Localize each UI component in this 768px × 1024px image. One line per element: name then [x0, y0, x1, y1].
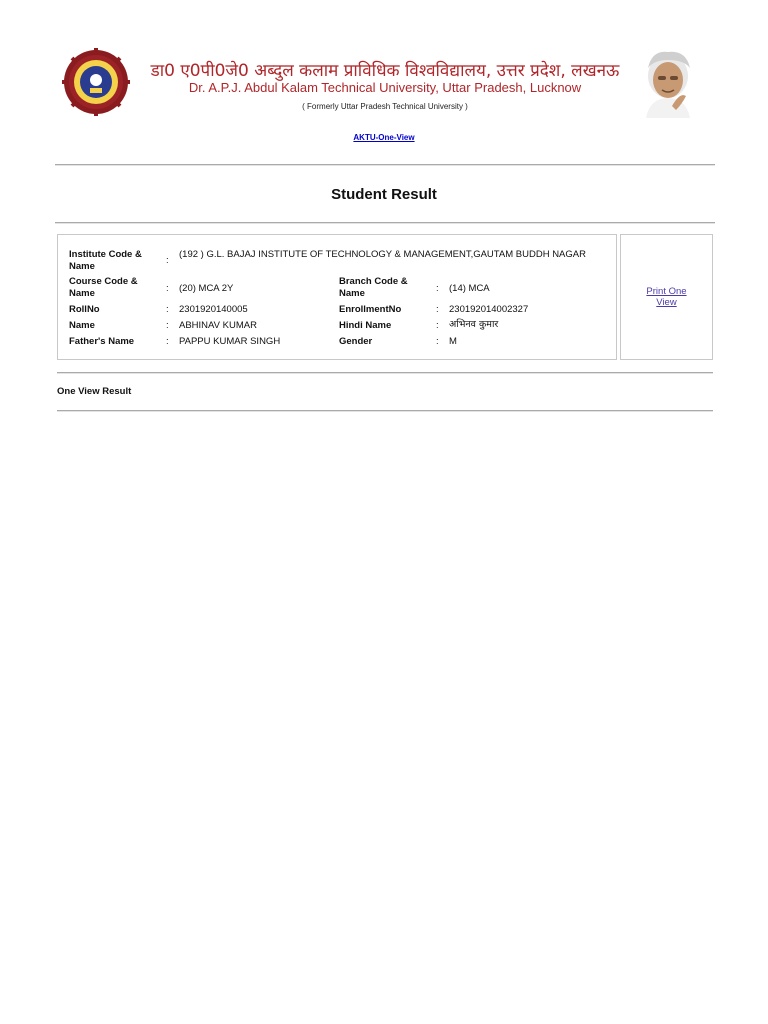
father-name-value: PAPPU KUMAR SINGH — [179, 336, 281, 347]
enrollment-colon: : — [436, 304, 439, 315]
name-value: ABHINAV KUMAR — [179, 320, 257, 331]
father-name-label: Father's Name — [69, 336, 135, 347]
institute-label: Institute Code & Name — [69, 249, 142, 272]
name-colon: : — [166, 320, 169, 331]
print-one-view-link[interactable]: Print One View — [637, 286, 697, 308]
divider-above-result — [57, 372, 713, 374]
branch-label: Branch Code & Name — [339, 276, 408, 299]
gender-value: M — [449, 336, 457, 347]
hindi-name-colon: : — [436, 320, 439, 331]
enrollment-value: 230192014002327 — [449, 304, 529, 315]
gender-label: Gender — [339, 336, 373, 347]
course-value: (20) MCA 2Y — [179, 283, 234, 294]
former-name-caption: ( Formerly Uttar Pradesh Technical Unive… — [302, 102, 468, 111]
aktu-one-view-link[interactable]: AKTU-One-View — [0, 133, 768, 142]
one-view-result-heading: One View Result — [57, 386, 132, 397]
father-name-colon: : — [166, 336, 169, 347]
branch-value: (14) MCA — [449, 283, 490, 294]
course-label: Course Code & Name — [69, 276, 138, 299]
divider-under-title — [55, 222, 715, 224]
hindi-name-label: Hindi Name — [339, 320, 392, 331]
institute-colon: : — [166, 255, 169, 266]
rollno-value: 2301920140005 — [179, 304, 248, 315]
rollno-colon: : — [166, 304, 169, 315]
name-label: Name — [69, 320, 95, 331]
branch-colon: : — [436, 283, 439, 294]
institute-value: (192 ) G.L. BAJAJ INSTITUTE OF TECHNOLOG… — [179, 249, 586, 260]
university-english-title: Dr. A.P.J. Abdul Kalam Technical Univers… — [188, 80, 582, 95]
gender-colon: : — [436, 336, 439, 347]
hindi-name-value: अभिनव कुमार — [449, 319, 499, 330]
course-colon: : — [166, 283, 169, 294]
page-header: डा0 ए0पी0जे0 अब्दुल कलाम प्राविधिक विश्व… — [0, 40, 768, 120]
enrollment-label: EnrollmentNo — [339, 304, 402, 315]
student-info-panel: Institute Code & Name : (192 ) G.L. BAJA… — [57, 234, 617, 360]
divider-top — [55, 164, 715, 166]
university-logo-icon — [62, 48, 130, 116]
print-panel: Print One View — [620, 234, 713, 360]
university-hindi-title: डा0 ए0पी0जे0 अब्दुल कलाम प्राविधिक विश्व… — [150, 61, 620, 81]
rollno-label: RollNo — [69, 304, 100, 315]
apj-kalam-portrait-icon — [646, 51, 690, 118]
page-title: Student Result — [331, 186, 437, 203]
divider-below-result — [57, 410, 713, 412]
